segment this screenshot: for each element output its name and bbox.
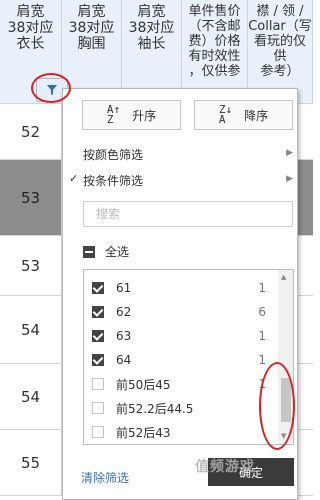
table-cell[interactable] xyxy=(298,104,313,160)
select-all-label: 全选 xyxy=(105,245,130,259)
checkbox-unchecked[interactable] xyxy=(92,378,104,390)
checkbox-checked[interactable] xyxy=(92,306,104,318)
checkbox-checked[interactable] xyxy=(92,330,104,342)
table-cell[interactable]: 54 xyxy=(0,296,62,364)
table-cell[interactable] xyxy=(298,236,313,296)
list-item[interactable]: 61 1 xyxy=(84,276,280,300)
list-item[interactable]: 63 1 xyxy=(84,324,280,348)
chevron-right-icon: ▶ xyxy=(286,148,293,158)
chevron-right-icon: ▶ xyxy=(286,174,293,184)
checkbox-checked[interactable] xyxy=(92,354,104,366)
checkbox-unchecked[interactable] xyxy=(92,402,104,414)
filter-dropdown: A↑ Z 升序 Z↓ A 降序 按颜色筛选 ▶ ✓ 按条件筛选 ▶ 搜索 全选 61… xyxy=(62,88,298,500)
menu-item-filter-by-condition[interactable]: ✓ 按条件筛选 ▶ xyxy=(63,169,297,189)
list-item[interactable]: 前52.2后44.5 xyxy=(84,396,280,420)
header-label: 襟 / 领 / Collar（写 看玩的仅供 参考） xyxy=(248,4,312,79)
scroll-up-arrow-icon[interactable]: ▲ xyxy=(281,273,286,281)
item-label: 前50后45 xyxy=(116,377,171,392)
item-label: 64 xyxy=(116,353,132,367)
table-cell[interactable]: 52 xyxy=(0,104,62,160)
table-cell[interactable]: 55 xyxy=(0,430,62,496)
list-item[interactable]: 62 6 xyxy=(84,300,280,324)
table-cell[interactable] xyxy=(298,296,313,364)
header-label: 肩宽 38对应 袖长 xyxy=(128,4,175,52)
item-label: 61 xyxy=(116,281,132,295)
list-item[interactable]: 前52后43 xyxy=(84,420,280,444)
sort-descending-label: 降序 xyxy=(244,108,269,123)
menu-item-label: 按条件筛选 xyxy=(83,174,144,188)
item-label: 前52.2后44.5 xyxy=(116,401,194,416)
menu-item-label: 按颜色筛选 xyxy=(83,148,144,162)
sort-descending-icon: Z↓ A xyxy=(218,103,233,126)
table-cell[interactable]: 54 xyxy=(0,364,62,430)
item-count: 6 xyxy=(258,305,266,319)
header-label: 肩宽 38对应 胸围 xyxy=(68,4,115,52)
sort-ascending-button[interactable]: A↑ Z 升序 xyxy=(82,100,181,130)
item-label: 62 xyxy=(116,305,132,319)
check-icon: ✓ xyxy=(69,172,79,185)
list-item[interactable]: 64 1 xyxy=(84,348,280,372)
menu-item-filter-by-color[interactable]: 按颜色筛选 ▶ xyxy=(63,143,297,163)
spreadsheet: 肩宽 38对应 衣长 肩宽 38对应 胸围 肩宽 38对应 袖长 单件售价 （不… xyxy=(0,0,313,500)
item-count: 1 xyxy=(258,353,266,367)
table-cell[interactable] xyxy=(298,364,313,430)
table-cell-selected[interactable] xyxy=(298,160,313,236)
item-count: 1 xyxy=(258,281,266,295)
annotation-circle xyxy=(259,362,295,450)
search-input[interactable]: 搜索 xyxy=(83,201,293,227)
list-item[interactable]: 前50后45 1 xyxy=(84,372,280,396)
header-label: 单件售价 （不含邮 费）价格 有时效性 ，仅供参 xyxy=(188,4,241,79)
table-cell[interactable]: 53 xyxy=(0,236,62,296)
table-cell[interactable] xyxy=(298,430,313,496)
clear-filter-link[interactable]: 清除筛选 xyxy=(81,469,129,486)
sort-descending-button[interactable]: Z↓ A 降序 xyxy=(194,100,293,130)
watermark: 值频游戏 xyxy=(195,459,255,475)
sort-ascending-icon: A↑ Z xyxy=(106,103,121,126)
table-cell-selected[interactable]: 53 xyxy=(0,160,62,236)
item-label: 63 xyxy=(116,329,132,343)
item-count: 1 xyxy=(258,329,266,343)
item-label: 前52后43 xyxy=(116,425,171,440)
annotation-circle xyxy=(31,73,71,103)
sort-ascending-label: 升序 xyxy=(132,108,157,123)
indeterminate-checkbox-icon xyxy=(83,245,95,258)
header-label: 肩宽 38对应 衣长 xyxy=(7,4,54,52)
select-all-checkbox[interactable]: 全选 xyxy=(83,243,129,260)
checkbox-checked[interactable] xyxy=(92,282,104,294)
checkbox-unchecked[interactable] xyxy=(92,426,104,438)
